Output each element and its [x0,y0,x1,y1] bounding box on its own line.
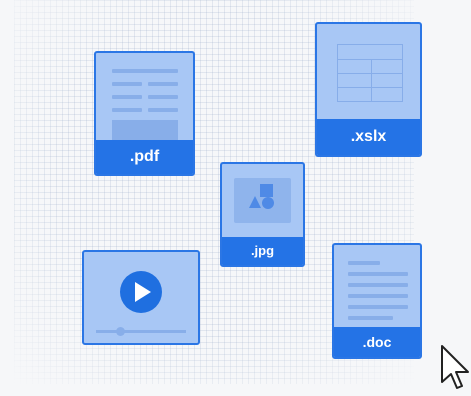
canvas: .pdf .xslx .jpg .doc [0,0,471,396]
jpg-file-label: .jpg [222,237,303,265]
xlsx-file-label: .xslx [317,119,420,155]
doc-file-label: .doc [334,327,420,357]
image-placeholder-icon [234,178,291,223]
video-progress-handle [116,327,125,336]
jpg-file-card[interactable]: .jpg [220,162,305,267]
video-file-card[interactable] [82,250,200,345]
doc-file-card[interactable]: .doc [332,243,422,359]
xlsx-file-card[interactable]: .xslx [315,22,422,157]
pdf-file-card[interactable]: .pdf [94,51,195,176]
video-progress-bar [96,327,186,336]
pdf-file-label: .pdf [96,140,193,174]
spreadsheet-grid-icon [337,44,403,102]
mouse-cursor-icon [441,345,469,389]
